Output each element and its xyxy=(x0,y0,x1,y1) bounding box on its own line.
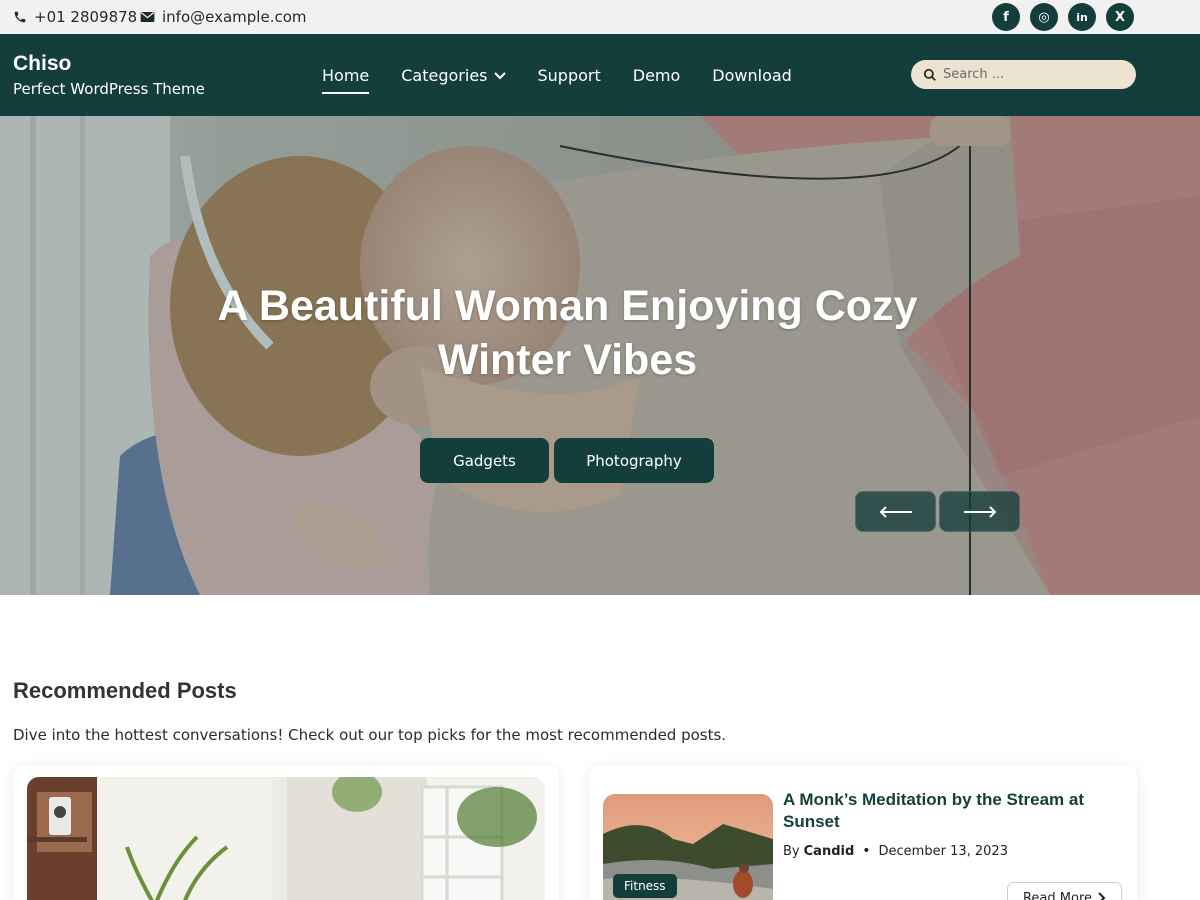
nav-support-label: Support xyxy=(537,66,601,85)
category-button-gadgets[interactable]: Gadgets xyxy=(420,438,549,483)
post-title[interactable]: A Monk’s Meditation by the Stream at Sun… xyxy=(783,789,1113,833)
read-more-button[interactable]: Read More xyxy=(1007,882,1122,900)
main-navigation: Home Categories Support Demo Download xyxy=(322,66,824,94)
hero-title[interactable]: A Beautiful Woman Enjoying Cozy Winter V… xyxy=(200,279,935,387)
search-icon xyxy=(923,68,936,81)
category-button-photography[interactable]: Photography xyxy=(554,438,714,483)
instagram-icon[interactable]: ◎ xyxy=(1030,3,1058,31)
post-card-featured[interactable] xyxy=(13,765,559,900)
nav-demo[interactable]: Demo xyxy=(633,66,681,85)
post-author[interactable]: Candid xyxy=(804,844,855,859)
top-bar: +01 2809878 info@example.com f ◎ in X xyxy=(0,0,1200,34)
author-prefix: By xyxy=(783,843,800,859)
nav-home-label: Home xyxy=(322,66,370,85)
phone-icon xyxy=(14,11,26,23)
post-category-badge[interactable]: Fitness xyxy=(613,874,677,898)
phone-number: +01 2809878 xyxy=(34,8,138,26)
post-thumbnail[interactable]: Fitness xyxy=(603,794,773,900)
site-header: Chiso Perfect WordPress Theme Home Categ… xyxy=(0,34,1200,116)
facebook-icon[interactable]: f xyxy=(992,3,1020,31)
post-card[interactable]: Fitness A Monk’s Meditation by the Strea… xyxy=(589,765,1137,900)
nav-download[interactable]: Download xyxy=(712,66,792,85)
chevron-down-icon xyxy=(493,71,506,79)
post-image-plant-room[interactable] xyxy=(27,777,545,900)
chevron-right-icon xyxy=(1098,892,1106,900)
slider-prev-button[interactable] xyxy=(855,491,936,532)
nav-download-label: Download xyxy=(712,66,792,85)
phone-contact[interactable]: +01 2809878 xyxy=(13,8,137,26)
arrow-left-icon xyxy=(879,505,912,518)
x-twitter-icon[interactable]: X xyxy=(1106,3,1134,31)
nav-categories[interactable]: Categories xyxy=(401,66,506,85)
site-tagline: Perfect WordPress Theme xyxy=(13,80,205,98)
post-meta: By Candid • December 13, 2023 xyxy=(783,843,1008,859)
site-title[interactable]: Chiso xyxy=(13,52,71,76)
meta-separator: • xyxy=(862,843,871,859)
search-box[interactable] xyxy=(911,60,1136,89)
section-description: Dive into the hottest conversations! Che… xyxy=(13,726,727,744)
email-contact[interactable]: info@example.com xyxy=(140,8,307,26)
arrow-right-icon xyxy=(963,505,996,518)
email-address: info@example.com xyxy=(162,8,307,26)
nav-home[interactable]: Home xyxy=(322,66,370,94)
slider-next-button[interactable] xyxy=(939,491,1020,532)
hero-slider[interactable]: A Beautiful Woman Enjoying Cozy Winter V… xyxy=(0,116,1200,595)
nav-support[interactable]: Support xyxy=(538,66,601,85)
search-input[interactable] xyxy=(943,67,1123,82)
nav-categories-label: Categories xyxy=(401,66,488,85)
read-more-label: Read More xyxy=(1022,890,1093,900)
nav-demo-label: Demo xyxy=(632,66,681,85)
linkedin-icon[interactable]: in xyxy=(1068,3,1096,31)
envelope-icon xyxy=(140,12,155,22)
post-date: December 13, 2023 xyxy=(878,843,1008,859)
section-heading: Recommended Posts xyxy=(13,678,237,703)
social-links: f ◎ in X xyxy=(992,3,1134,31)
